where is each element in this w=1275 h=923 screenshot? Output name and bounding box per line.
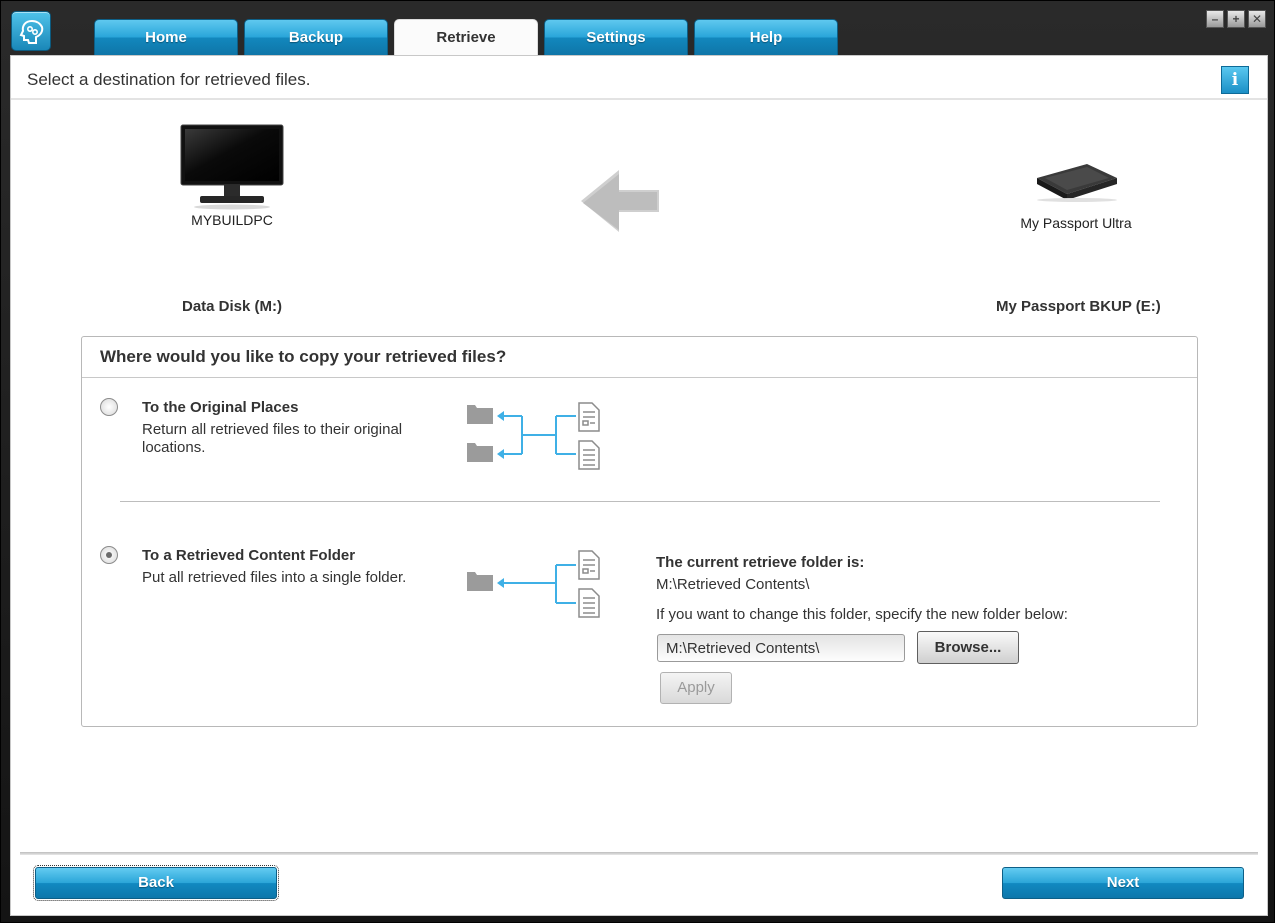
maximize-button[interactable]: + <box>1227 10 1245 28</box>
arrow-left-icon <box>581 170 659 232</box>
option-content-folder-desc: Put all retrieved files into a single fo… <box>142 569 407 586</box>
app-logo-icon[interactable] <box>11 11 51 51</box>
source-disk-label: Data Disk (M:) <box>182 298 283 315</box>
content-folder-diagram <box>467 550 600 618</box>
change-folder-label: If you want to change this folder, speci… <box>656 606 1068 623</box>
browse-button[interactable]: Browse... <box>917 631 1019 664</box>
radio-retrieved-content-folder[interactable] <box>100 546 118 564</box>
next-button[interactable]: Next <box>1002 867 1244 899</box>
close-button[interactable]: ✕ <box>1248 10 1266 28</box>
tab-retrieve[interactable]: Retrieve <box>394 19 538 56</box>
tab-backup[interactable]: Backup <box>244 19 388 55</box>
current-folder-label: The current retrieve folder is: <box>656 554 865 571</box>
page-header: Select a destination for retrieved files… <box>11 56 1267 100</box>
tab-settings[interactable]: Settings <box>544 19 688 55</box>
tab-help[interactable]: Help <box>694 19 838 55</box>
content-area: Select a destination for retrieved files… <box>10 55 1268 916</box>
tab-home[interactable]: Home <box>94 19 238 55</box>
option-content-folder-title: To a Retrieved Content Folder <box>142 547 356 564</box>
folder-path-input[interactable] <box>657 634 905 662</box>
footer-divider <box>20 852 1258 855</box>
option-original-places-desc-1: Return all retrieved files to their orig… <box>142 421 403 438</box>
monitor-icon <box>180 124 284 210</box>
external-drive-icon <box>1037 164 1117 202</box>
target-device: My Passport Ultra <box>1001 160 1151 231</box>
copy-options-panel: Where would you like to copy your retrie… <box>81 336 1198 727</box>
page-title: Select a destination for retrieved files… <box>27 70 311 89</box>
source-device: MYBUILDPC <box>171 124 293 228</box>
source-device-name: MYBUILDPC <box>191 212 273 228</box>
back-button[interactable]: Back <box>33 865 279 901</box>
window-controls: – + ✕ <box>1203 10 1266 28</box>
app-window: Home Backup Retrieve Settings Help – + ✕ S… <box>0 0 1275 923</box>
original-places-diagram <box>467 402 600 470</box>
info-icon[interactable]: i <box>1221 66 1249 94</box>
panel-title: Where would you like to copy your retrie… <box>82 337 1197 378</box>
target-disk-label: My Passport BKUP (E:) <box>996 298 1161 315</box>
current-folder-path: M:\Retrieved Contents\ <box>656 576 810 593</box>
target-device-name: My Passport Ultra <box>1020 215 1132 231</box>
options-divider <box>120 501 1160 502</box>
minimize-button[interactable]: – <box>1206 10 1224 28</box>
radio-original-places[interactable] <box>100 398 118 416</box>
apply-button[interactable]: Apply <box>660 672 732 704</box>
option-original-places-desc-2: locations. <box>142 439 206 456</box>
option-original-places-title: To the Original Places <box>142 399 299 416</box>
